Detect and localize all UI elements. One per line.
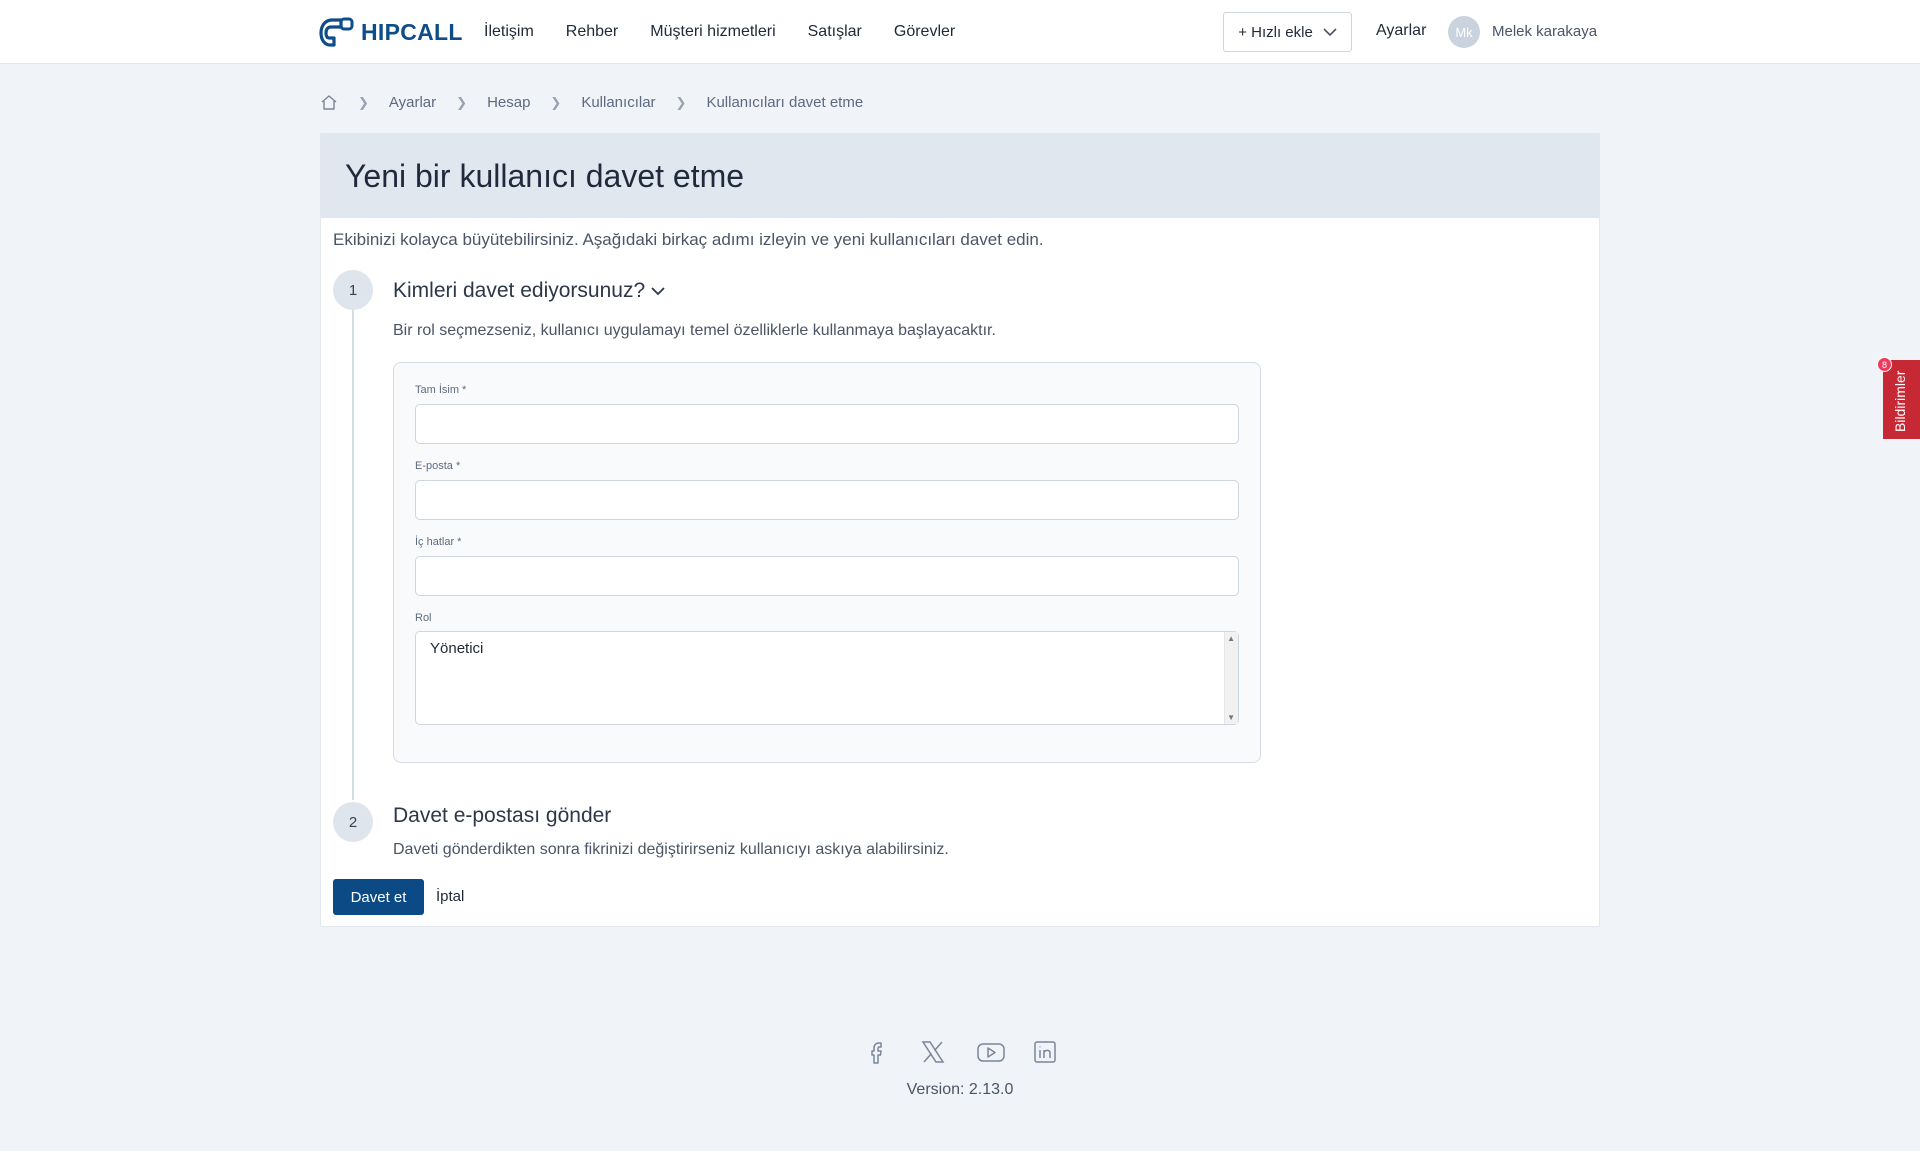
- settings-link[interactable]: Ayarlar: [1376, 22, 1426, 40]
- nav-item-iletisim[interactable]: İletişim: [484, 23, 534, 41]
- feedback-tab-label: Bildirimler: [1892, 370, 1908, 432]
- feedback-side-tab[interactable]: Bildirimler: [1883, 360, 1920, 439]
- youtube-icon[interactable]: [976, 1039, 1005, 1065]
- breadcrumb: ❯ Ayarlar ❯ Hesap ❯ Kullanıcılar ❯ Kulla…: [320, 94, 863, 111]
- breadcrumb-item-kullanicilar[interactable]: Kullanıcılar: [581, 94, 655, 111]
- chevron-down-icon: [1323, 27, 1337, 36]
- role-select[interactable]: Yönetici ▲ ▼: [415, 631, 1239, 725]
- brand-name: HIPCALL: [361, 18, 463, 45]
- x-icon[interactable]: [920, 1039, 946, 1065]
- role-select-scrollbar[interactable]: ▲ ▼: [1224, 632, 1238, 724]
- role-option-yonetici[interactable]: Yönetici: [430, 640, 483, 657]
- step-1-description: Bir rol seçmezseniz, kullanıcı uygulamay…: [393, 322, 996, 339]
- facebook-icon[interactable]: [864, 1039, 890, 1065]
- full-name-input[interactable]: [415, 404, 1239, 444]
- breadcrumb-item-hesap[interactable]: Hesap: [487, 94, 530, 111]
- chevron-right-icon: ❯: [675, 94, 687, 110]
- full-name-label: Tam İsim *: [415, 384, 467, 396]
- invite-form: Tam İsim * E-posta * İç hatlar * Rol Yön…: [393, 362, 1261, 763]
- chevron-right-icon: ❯: [550, 94, 562, 110]
- version-text: Version: 2.13.0: [906, 1081, 1014, 1098]
- notification-count-badge: 8: [1877, 357, 1892, 372]
- step-1-toggle[interactable]: Kimleri davet ediyorsunuz?: [393, 279, 665, 303]
- home-icon[interactable]: [320, 94, 338, 111]
- nav-item-rehber[interactable]: Rehber: [566, 23, 618, 41]
- step-1-badge: 1: [333, 270, 373, 310]
- hipcall-logo[interactable]: HIPCALL: [319, 16, 463, 48]
- card-header: Yeni bir kullanıcı davet etme: [321, 134, 1599, 218]
- email-label: E-posta *: [415, 460, 461, 472]
- role-label: Rol: [415, 612, 432, 624]
- breadcrumb-item-ayarlar[interactable]: Ayarlar: [389, 94, 436, 111]
- invite-user-card: Yeni bir kullanıcı davet etme Ekibinizi …: [320, 133, 1600, 927]
- quick-add-label: + Hızlı ekle: [1238, 23, 1313, 41]
- chevron-right-icon: ❯: [456, 94, 468, 110]
- main-nav: İletişim Rehber Müşteri hizmetleri Satış…: [484, 0, 955, 64]
- scroll-up-icon[interactable]: ▲: [1227, 634, 1235, 643]
- step-1-title: Kimleri davet ediyorsunuz?: [393, 279, 646, 302]
- nav-item-gorevler[interactable]: Görevler: [894, 23, 955, 41]
- chevron-down-icon: [651, 286, 665, 295]
- intro-text: Ekibinizi kolayca büyütebilirsiniz. Aşağ…: [333, 230, 1044, 249]
- step-2-badge: 2: [333, 802, 373, 842]
- top-navbar: HIPCALL İletişim Rehber Müşteri hizmetle…: [0, 0, 1920, 64]
- nav-item-satislar[interactable]: Satışlar: [808, 23, 862, 41]
- step-connector-line: [352, 290, 354, 800]
- quick-add-dropdown[interactable]: + Hızlı ekle: [1223, 12, 1352, 52]
- invite-button[interactable]: Davet et: [333, 879, 424, 915]
- step-2-description: Daveti gönderdikten sonra fikrinizi deği…: [393, 841, 949, 858]
- extension-input[interactable]: [415, 556, 1239, 596]
- step-2-title: Davet e-postası gönder: [393, 804, 612, 827]
- user-name[interactable]: Melek karakaya: [1492, 23, 1597, 40]
- nav-item-musteri-hizmetleri[interactable]: Müşteri hizmetleri: [650, 23, 775, 41]
- social-links: [864, 1039, 1058, 1065]
- avatar[interactable]: Mk: [1448, 16, 1480, 48]
- email-input[interactable]: [415, 480, 1239, 520]
- breadcrumb-item-current: Kullanıcıları davet etme: [706, 94, 864, 111]
- chevron-right-icon: ❯: [358, 94, 369, 110]
- linkedin-icon[interactable]: [1032, 1039, 1058, 1065]
- extension-label: İç hatlar *: [415, 536, 462, 548]
- cancel-button[interactable]: İptal: [436, 888, 464, 905]
- scroll-down-icon[interactable]: ▼: [1227, 713, 1235, 722]
- phone-logo-icon: [319, 17, 354, 47]
- page-title: Yeni bir kullanıcı davet etme: [345, 157, 745, 194]
